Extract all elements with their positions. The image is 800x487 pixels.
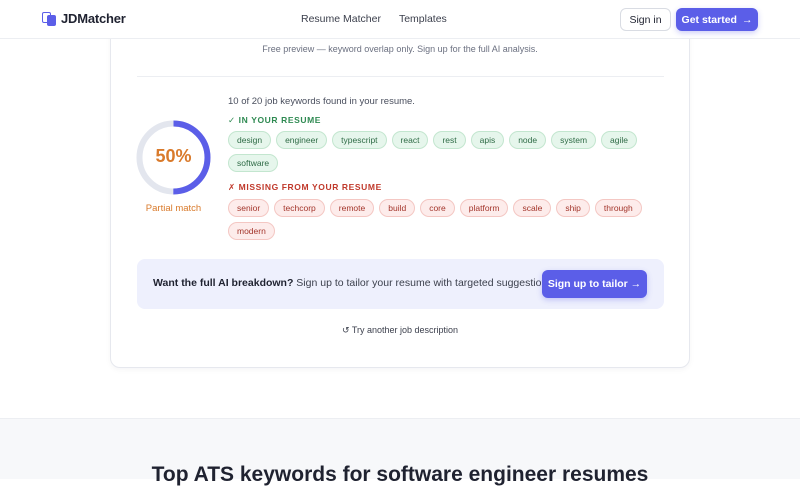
nav-resume-matcher[interactable]: Resume Matcher [301,13,381,25]
keyword-found-chip: rest [433,131,466,149]
cta-banner: Want the full AI breakdown? Sign up to t… [137,259,664,309]
logo-text: JDMatcher [61,11,126,26]
preview-note: Free preview — keyword overlap only. Sig… [262,44,538,54]
keyword-found-chip: system [551,131,597,149]
keyword-summary: 10 of 20 job keywords found in your resu… [228,96,415,107]
get-started-label: Get started [681,13,737,26]
main-nav: Resume Matcher Templates [301,13,447,25]
arrow-right-icon: → [741,13,753,26]
keyword-found-chip: apis [470,131,505,149]
keyword-missing-chip: core [420,199,455,217]
keyword-missing-chip: platform [459,199,509,217]
keyword-missing-chip: build [379,199,416,217]
match-status: Partial match [145,203,202,214]
keyword-missing-chip: techcorp [274,199,325,217]
cta-text: Want the full AI breakdown? Sign up to t… [153,277,555,289]
keyword-found-chip: engineer [276,131,328,149]
keyword-missing-chip: senior [228,199,270,217]
section-title: Top ATS keywords for software engineer r… [151,463,649,486]
keyword-found-chip: react [391,131,429,149]
logo[interactable]: JDMatcher [42,11,126,26]
keywords-section: Top ATS keywords for software engineer r… [0,418,800,486]
keyword-found-chip: software [228,154,279,172]
keyword-missing-chip: modern [228,222,275,240]
cta-bold: Want the full AI breakdown? [153,277,294,289]
keyword-found-chip: typescript [332,131,387,149]
missing-keywords: senior techcorp remote build core platform sca… [228,199,668,240]
keyword-found-chip: agile [601,131,638,149]
keyword-missing-chip: ship [556,199,590,217]
cta-body: Sign up to tailor your resume with targe… [293,277,556,289]
logo-icon [42,11,56,26]
sign-up-to-tailor-button[interactable]: Sign up to tailor → [542,270,647,298]
sign-in-button[interactable]: Sign in [620,8,671,31]
top-header: JDMatcher Resume Matcher Templates Sign … [0,0,800,39]
keyword-missing-chip: through [594,199,642,217]
keyword-missing-chip: scale [513,199,552,217]
try-another-link[interactable]: ↺ Try another job description [0,325,800,336]
match-percent: 50% [155,146,192,166]
keyword-found-chip: node [509,131,547,149]
in-resume-keywords: design engineer typescript react rest apis nod… [228,131,668,172]
get-started-button[interactable]: Get started → [676,8,758,31]
keyword-found-chip: design [228,131,272,149]
divider [137,76,664,77]
missing-heading: ✗ MISSING FROM YOUR RESUME [228,182,382,192]
nav-templates[interactable]: Templates [399,13,447,25]
in-resume-heading: ✓ IN YOUR RESUME [228,115,322,125]
keyword-missing-chip: remote [329,199,375,217]
